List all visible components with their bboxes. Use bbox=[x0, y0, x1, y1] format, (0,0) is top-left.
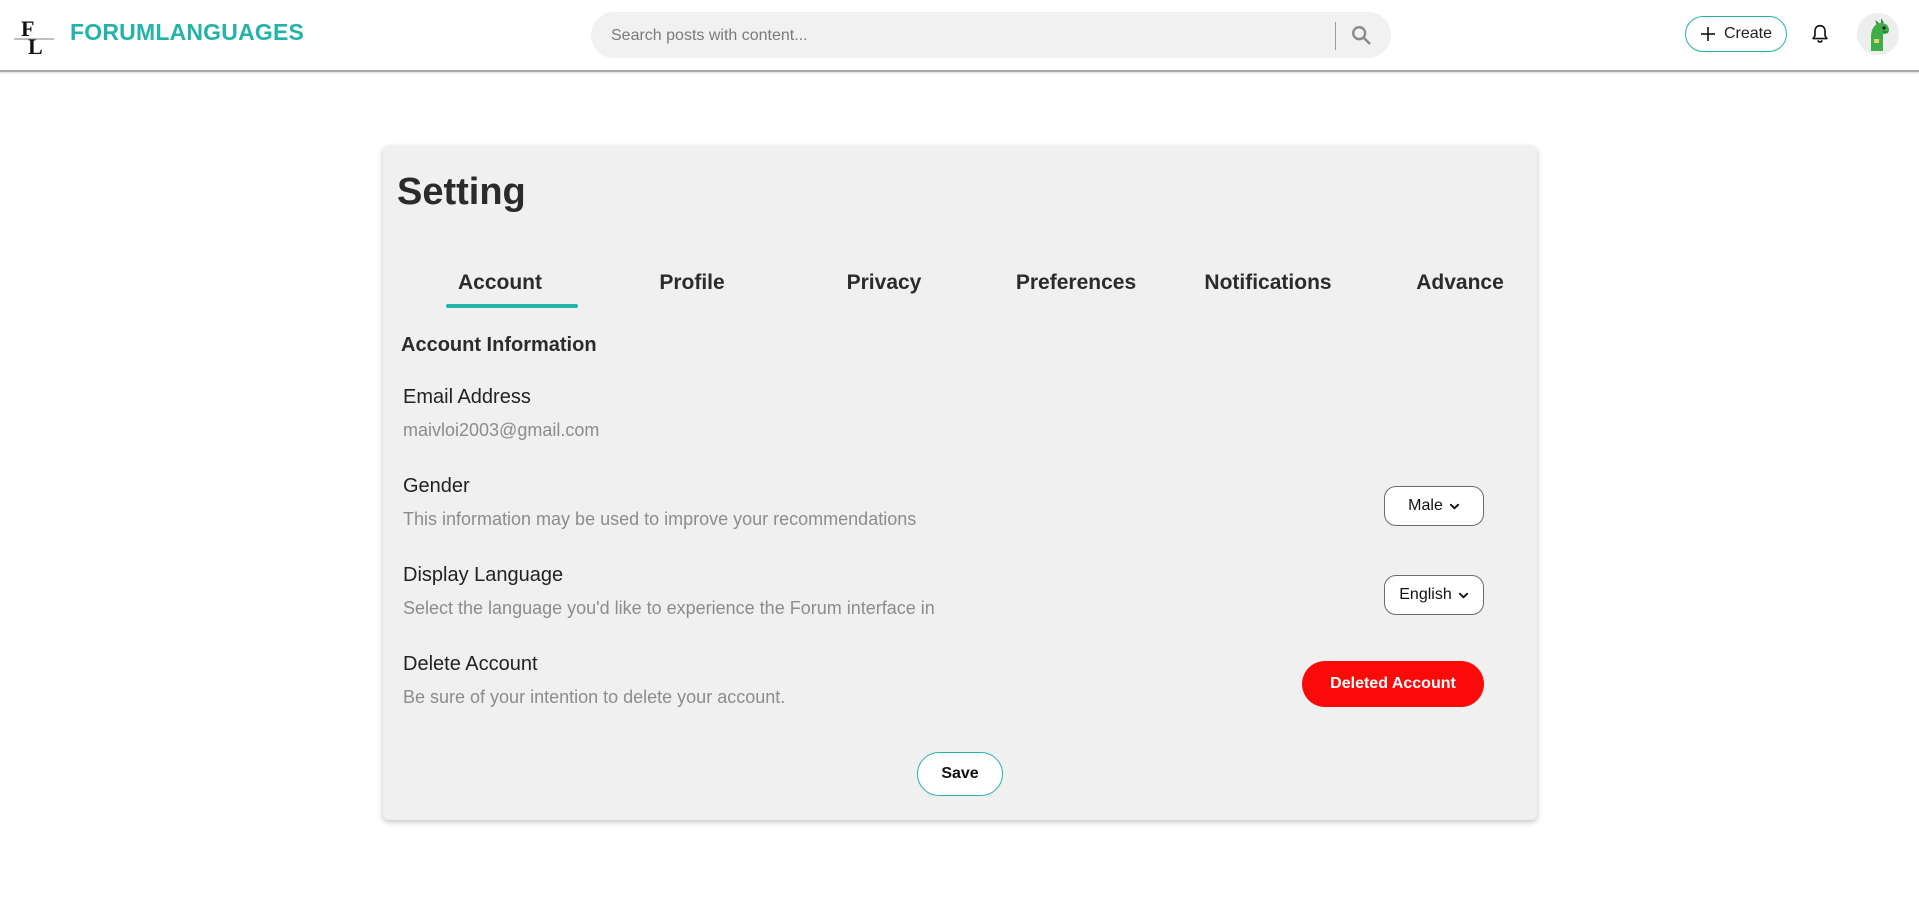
tab-preferences[interactable]: Preferences bbox=[1001, 270, 1151, 310]
email-label: Email Address bbox=[403, 386, 531, 408]
search-input[interactable] bbox=[609, 12, 1313, 60]
tab-notifications[interactable]: Notifications bbox=[1193, 270, 1343, 310]
gender-selected-value: Male bbox=[1408, 497, 1443, 514]
tab-label: Advance bbox=[1416, 271, 1504, 294]
gender-select[interactable]: Male bbox=[1384, 486, 1484, 526]
gender-description: This information may be used to improve … bbox=[403, 509, 917, 529]
settings-card: Setting Account Profile Privacy Preferen… bbox=[383, 146, 1537, 820]
logo-icon[interactable]: F L bbox=[12, 14, 56, 58]
top-navbar: F L FORUMLANGUAGES Create bbox=[0, 0, 1919, 72]
chevron-down-icon bbox=[1458, 592, 1468, 598]
gender-label: Gender bbox=[403, 475, 470, 497]
bell-icon[interactable] bbox=[1809, 23, 1831, 45]
tab-advance[interactable]: Advance bbox=[1385, 270, 1535, 310]
brand-name[interactable]: FORUMLANGUAGES bbox=[70, 19, 304, 46]
tab-label: Privacy bbox=[846, 271, 922, 294]
search-divider bbox=[1335, 22, 1336, 50]
email-value: maivloi2003@gmail.com bbox=[403, 420, 600, 440]
display-language-description: Select the language you'd like to experi… bbox=[403, 598, 935, 618]
display-language-label: Display Language bbox=[403, 564, 564, 586]
search-bar bbox=[591, 12, 1391, 60]
display-language-select[interactable]: English bbox=[1384, 575, 1484, 615]
dinosaur-avatar-icon bbox=[1857, 13, 1899, 55]
settings-tabs: Account Profile Privacy Preferences Noti… bbox=[413, 270, 1509, 310]
tab-profile[interactable]: Profile bbox=[617, 270, 767, 310]
save-button[interactable]: Save bbox=[917, 752, 1003, 796]
chevron-down-icon bbox=[1449, 503, 1459, 509]
tab-label: Preferences bbox=[1015, 271, 1137, 294]
tab-account[interactable]: Account bbox=[425, 270, 578, 310]
active-tab-indicator bbox=[446, 304, 578, 308]
section-title: Account Information bbox=[401, 334, 597, 356]
tab-label: Notifications bbox=[1204, 271, 1332, 294]
svg-text:L: L bbox=[28, 34, 43, 58]
plus-icon bbox=[1700, 27, 1715, 41]
create-button[interactable]: Create bbox=[1685, 16, 1787, 52]
create-label: Create bbox=[1723, 25, 1773, 42]
delete-account-description: Be sure of your intention to delete your… bbox=[403, 687, 786, 707]
search-icon[interactable] bbox=[1350, 24, 1372, 46]
delete-account-label: Delete Account bbox=[403, 653, 538, 675]
tab-privacy[interactable]: Privacy bbox=[809, 270, 959, 310]
avatar[interactable] bbox=[1857, 13, 1899, 55]
tab-label: Account bbox=[458, 271, 542, 294]
page-title: Setting bbox=[397, 171, 526, 213]
delete-account-button[interactable]: Deleted Account bbox=[1302, 661, 1484, 707]
tab-label: Profile bbox=[659, 271, 725, 294]
display-language-selected-value: English bbox=[1399, 586, 1452, 603]
